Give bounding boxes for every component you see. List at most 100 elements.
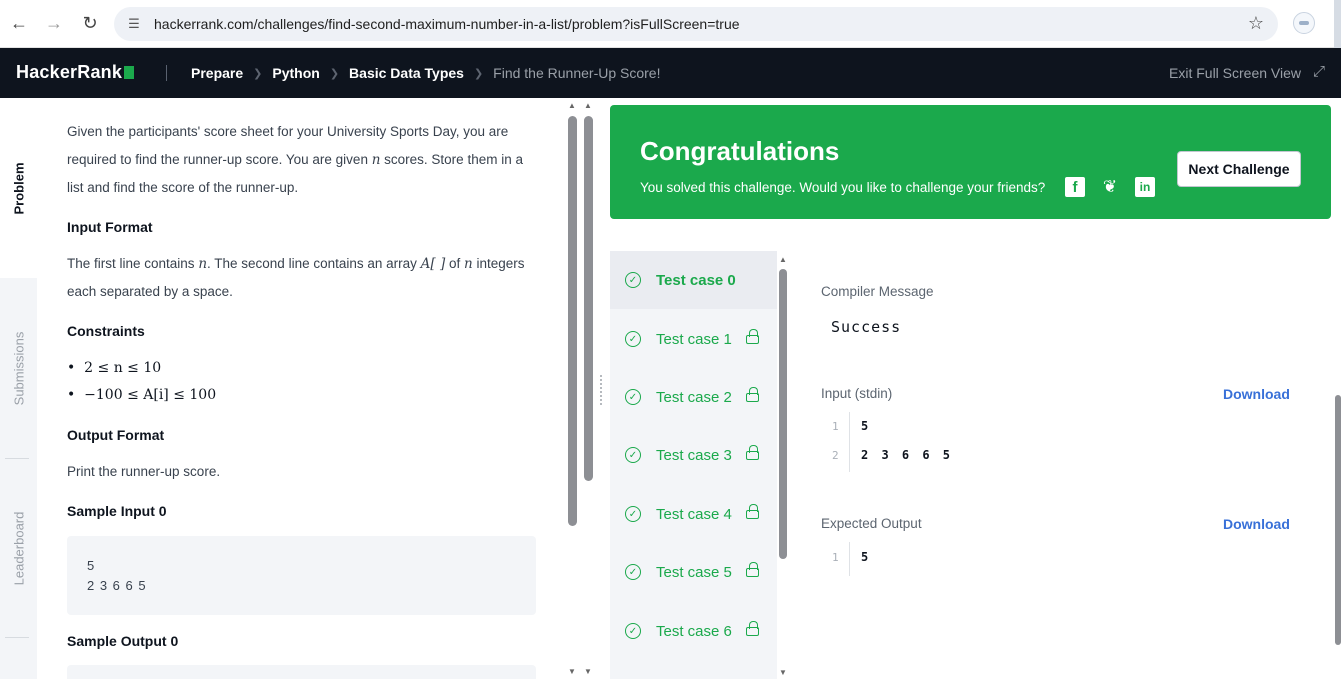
side-tabs: Problem Submissions Leaderboard (0, 98, 37, 679)
breadcrumb-current-challenge: Find the Runner-Up Score! (493, 65, 661, 81)
sample-output-box (67, 665, 536, 679)
sample-output-heading: Sample Output 0 (67, 633, 179, 649)
tab-divider (5, 458, 29, 459)
line-gutter (849, 542, 850, 576)
tab-leaderboard[interactable]: Leaderboard (0, 498, 37, 598)
chevron-right-icon: ❯ (253, 67, 263, 80)
chevron-right-icon: ❯ (473, 67, 484, 80)
hackerrank-logo[interactable]: HackerRank (16, 62, 135, 83)
test-case-list: ✓ Test case 0 ✓ Test case 1 ✓ Test case … (610, 251, 777, 679)
line-number: 1 (832, 420, 839, 433)
next-challenge-button[interactable]: Next Challenge (1177, 151, 1301, 187)
line-number: 2 (832, 449, 839, 462)
scroll-down-arrow-icon[interactable]: ▼ (584, 667, 592, 676)
scroll-up-arrow-icon[interactable]: ▲ (779, 255, 787, 264)
test-case-item[interactable]: ✓ Test case 6 (610, 602, 777, 660)
lock-icon (746, 328, 759, 344)
compiler-message: Success (831, 318, 902, 336)
exit-full-screen-link[interactable]: Exit Full Screen View (1169, 65, 1301, 81)
input-format-text: The first line contains n. The second li… (67, 256, 525, 272)
tab-divider (5, 637, 29, 638)
facebook-icon[interactable]: f (1065, 177, 1085, 197)
constraints-heading: Constraints (67, 323, 145, 339)
tab-problem[interactable]: Problem (0, 148, 37, 228)
check-circle-icon: ✓ (625, 331, 641, 347)
test-case-item[interactable]: ✓ Test case 1 (610, 310, 777, 368)
problem-scrollbar[interactable] (568, 116, 577, 526)
check-circle-icon: ✓ (625, 623, 641, 639)
scroll-down-arrow-icon[interactable]: ▼ (779, 668, 787, 677)
check-circle-icon: ✓ (625, 447, 641, 463)
breadcrumb: Prepare ❯ Python ❯ Basic Data Types ❯ Fi… (191, 65, 660, 81)
lock-icon (746, 561, 759, 577)
test-case-item[interactable]: ✓ Test case 3 (610, 426, 777, 484)
breadcrumb-basic-data-types[interactable]: Basic Data Types (349, 65, 464, 81)
back-arrow-icon[interactable]: ← (6, 10, 32, 36)
lock-icon (746, 620, 759, 636)
input-line: 2 3 6 6 5 (861, 448, 954, 462)
download-expected-link[interactable]: Download (1223, 516, 1290, 532)
lock-icon (746, 444, 759, 460)
site-info-icon[interactable]: ☰ (124, 14, 144, 34)
problem-statement: Given the participants' score sheet for … (37, 98, 566, 679)
output-format-text: Print the runner-up score. (67, 464, 221, 479)
sample-input-heading: Sample Input 0 (67, 503, 167, 519)
intro-line: list and find the score of the runner-up… (67, 180, 299, 195)
lock-icon (746, 386, 759, 402)
intro-line: Given the participants' score sheet for … (67, 124, 509, 139)
url-text[interactable]: hackerrank.com/challenges/find-second-ma… (154, 16, 740, 32)
chevron-right-icon: ❯ (329, 67, 340, 80)
compiler-message-label: Compiler Message (821, 284, 934, 299)
hackerrank-header: HackerRank Prepare ❯ Python ❯ Basic Data… (0, 48, 1341, 98)
breadcrumb-prepare[interactable]: Prepare (191, 65, 243, 81)
tab-submissions[interactable]: Submissions (0, 323, 37, 413)
lock-icon (746, 503, 759, 519)
sample-input-line: 2 3 6 6 5 (87, 578, 147, 593)
collapse-icon[interactable]: ⤢ (1313, 63, 1325, 80)
check-circle-icon: ✓ (625, 272, 641, 288)
address-bar[interactable]: ☰ hackerrank.com/challenges/find-second-… (114, 7, 1278, 41)
check-circle-icon: ✓ (625, 389, 641, 405)
results-panel: Congratulations You solved this challeng… (610, 98, 1341, 679)
sample-input-box: 5 2 3 6 6 5 (67, 536, 536, 615)
test-case-item[interactable]: ✓ Test case 0 (610, 251, 777, 309)
panel-splitter[interactable]: ▲ ▲ ▼ ▼ (566, 98, 610, 679)
editor-scrollbar[interactable] (584, 116, 593, 481)
line-number: 1 (832, 551, 839, 564)
profile-icon[interactable] (1293, 12, 1315, 34)
test-case-scrollbar[interactable] (779, 269, 787, 559)
line-gutter (849, 412, 850, 472)
scroll-down-arrow-icon[interactable]: ▼ (568, 667, 576, 676)
expected-output-label: Expected Output (821, 516, 922, 531)
constraint-item: • −100 ≤ A[i] ≤ 100 (67, 387, 217, 403)
window-edge (1334, 0, 1341, 48)
test-case-item[interactable]: ✓ Test case 5 (610, 543, 777, 601)
bookmark-star-icon[interactable]: ☆ (1248, 13, 1264, 34)
input-line: 5 (861, 419, 869, 433)
forward-arrow-icon[interactable]: → (41, 10, 67, 36)
test-case-item[interactable]: ✓ Test case 2 (610, 368, 777, 426)
expected-line: 5 (861, 550, 869, 564)
constraint-item: • 2 ≤ n ≤ 10 (67, 360, 162, 376)
page-scrollbar[interactable] (1335, 395, 1341, 645)
check-circle-icon: ✓ (625, 506, 641, 522)
scroll-up-arrow-icon[interactable]: ▲ (584, 101, 592, 110)
twitter-icon[interactable]: ❦ (1100, 177, 1120, 197)
input-label: Input (stdin) (821, 386, 893, 401)
sample-input-line: 5 (87, 558, 96, 573)
output-format-heading: Output Format (67, 427, 165, 443)
congrats-title: Congratulations (640, 136, 840, 166)
breadcrumb-python[interactable]: Python (272, 65, 319, 81)
drag-handle-icon[interactable] (599, 374, 603, 406)
reload-icon[interactable]: ↻ (77, 10, 103, 36)
test-case-item[interactable]: ✓ Test case 4 (610, 485, 777, 543)
input-format-text: each separated by a space. (67, 284, 233, 299)
intro-line: required to find the runner-up score. Yo… (67, 152, 523, 168)
input-format-heading: Input Format (67, 219, 153, 235)
linkedin-icon[interactable]: in (1135, 177, 1155, 197)
download-input-link[interactable]: Download (1223, 386, 1290, 402)
check-circle-icon: ✓ (625, 564, 641, 580)
success-banner: Congratulations You solved this challeng… (610, 105, 1331, 219)
header-divider (166, 65, 167, 81)
scroll-up-arrow-icon[interactable]: ▲ (568, 101, 576, 110)
